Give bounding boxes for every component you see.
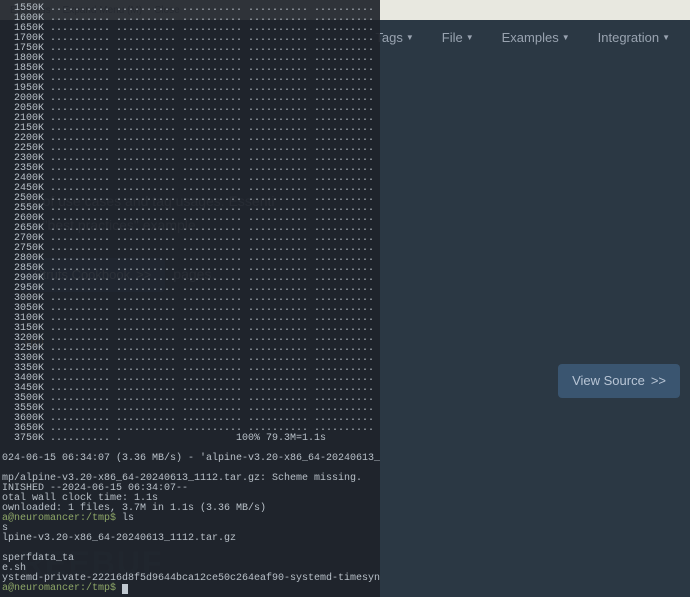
terminal-ls-output: lpine-v3.20-x86_64-20240613_1112.tar.gz [2,534,378,544]
menu-label: File [442,30,463,45]
caret-down-icon: ▼ [562,33,570,42]
button-label: View Source [572,370,645,392]
caret-down-icon: ▼ [406,33,414,42]
terminal-saved-line: 024-06-15 06:34:07 (3.36 MB/s) - 'alpine… [2,454,378,464]
menu-examples[interactable]: Examples ▼ [502,30,570,45]
terminal-prompt-line[interactable]: a@neuromancer:/tmp$ [2,584,378,594]
menu-label: Integration [598,30,659,45]
menu-integration[interactable]: Integration ▼ [598,30,670,45]
view-source-button[interactable]: View Source >> [558,364,680,398]
menu-file[interactable]: File ▼ [442,30,474,45]
menu-label: Examples [502,30,559,45]
chevron-right-icon: >> [651,370,666,392]
caret-down-icon: ▼ [662,33,670,42]
terminal-ls-output: sperfdata_ta [2,554,378,564]
terminal-prompt-line: a@neuromancer:/tmp$ ls [2,514,378,524]
caret-down-icon: ▼ [466,33,474,42]
cursor-icon [122,584,128,594]
menu-tags[interactable]: Tags ▼ [375,30,413,45]
terminal-window[interactable]: 1550K .......... .......... .......... .… [0,0,380,597]
download-progress-final: 3750K .......... . 100% 79.3M=1.1s [2,434,378,444]
